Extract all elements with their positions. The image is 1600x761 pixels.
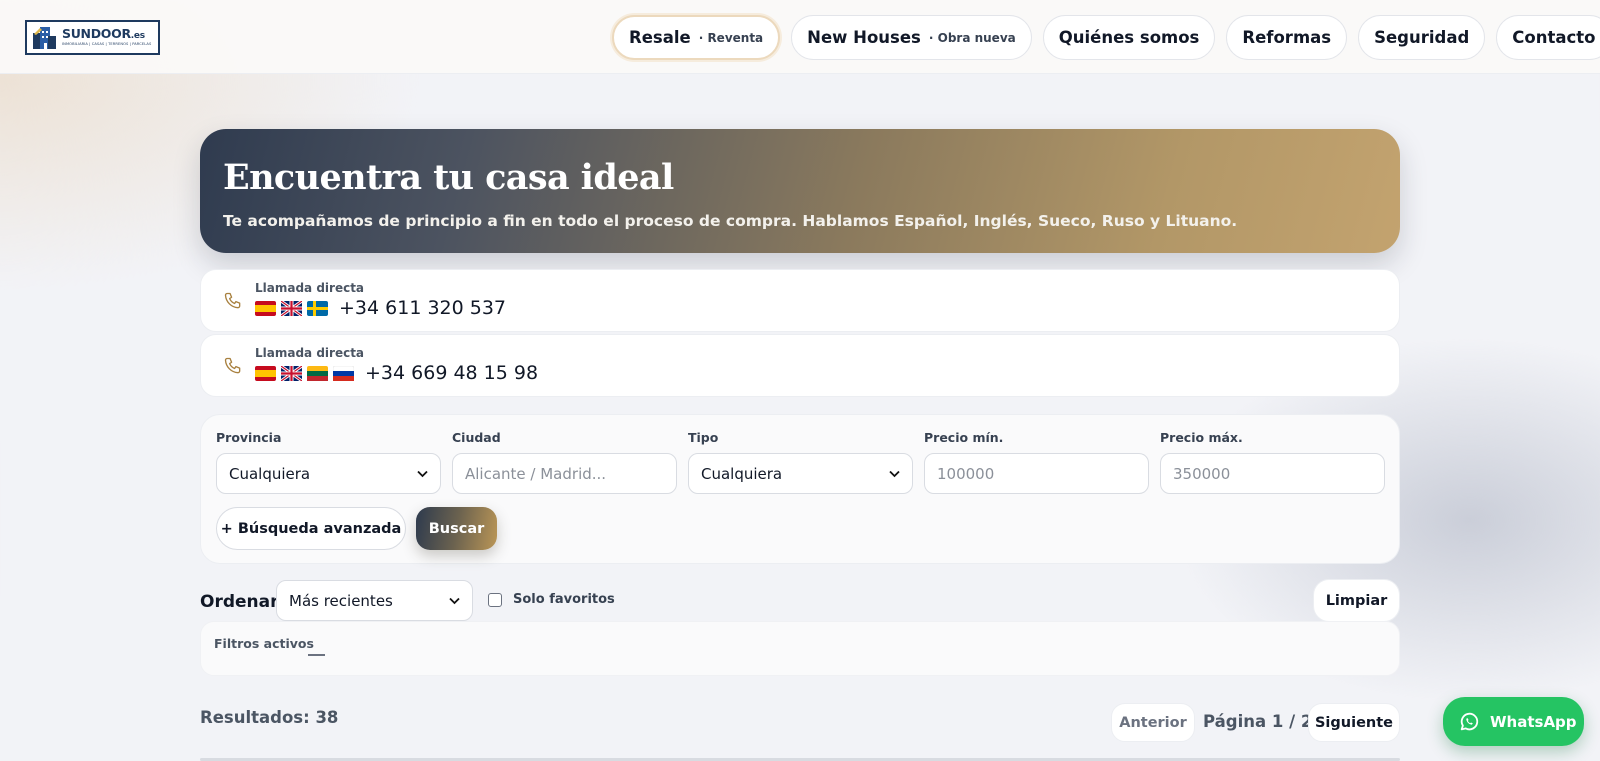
active-filters-panel: Filtros activos bbox=[200, 621, 1400, 676]
call-label: Llamada directa bbox=[255, 346, 365, 360]
precio-min-field: Precio mín. 100000 bbox=[924, 430, 1149, 494]
nav-contacto[interactable]: Contacto bbox=[1496, 15, 1600, 60]
advanced-search-button[interactable]: + Búsqueda avanzada bbox=[216, 507, 406, 550]
flag-uk-icon bbox=[281, 365, 302, 381]
precio-min-input[interactable]: 100000 bbox=[924, 453, 1149, 494]
hero-subtitle: Te acompañamos de principio a fin en tod… bbox=[223, 212, 1238, 230]
ciudad-input[interactable]: Alicante / Madrid... bbox=[452, 453, 677, 494]
nav-new-houses[interactable]: New Houses · Obra nueva bbox=[791, 15, 1032, 60]
brand-tagline: INMOBILIARIA | CASAS | TERRENOS | PARCEL… bbox=[62, 42, 152, 47]
tipo-select[interactable]: Cualquiera bbox=[688, 453, 913, 494]
favorites-only-toggle[interactable]: Solo favoritos bbox=[488, 592, 615, 607]
hero-title: Encuentra tu casa ideal bbox=[223, 157, 674, 198]
search-filters-panel: Provincia Cualquiera Ciudad Alicante / M… bbox=[200, 414, 1400, 564]
direct-call-card[interactable]: Llamada directa +34 611 320 537 bbox=[200, 269, 1400, 332]
main-nav: Resale · Reventa New Houses · Obra nueva… bbox=[612, 15, 1600, 60]
call-label: Llamada directa bbox=[255, 281, 365, 295]
flag-es-icon bbox=[255, 365, 276, 381]
page-indicator: Página 1 / 2 bbox=[1203, 712, 1313, 731]
sort-value: Más recientes bbox=[289, 591, 393, 610]
favorites-checkbox[interactable] bbox=[488, 592, 502, 607]
whatsapp-button[interactable]: WhatsApp bbox=[1443, 697, 1584, 746]
chevron-down-icon bbox=[417, 470, 428, 477]
tipo-label: Tipo bbox=[688, 430, 719, 445]
nav-resale[interactable]: Resale · Reventa bbox=[612, 15, 781, 60]
active-filters-label: Filtros activos bbox=[214, 636, 314, 651]
phone-icon bbox=[224, 292, 241, 308]
hero-banner: Encuentra tu casa ideal Te acompañamos d… bbox=[200, 129, 1400, 253]
nav-resale-label: Resale bbox=[629, 28, 691, 47]
nav-resale-sub: · Reventa bbox=[698, 30, 764, 45]
provincia-value: Cualquiera bbox=[229, 464, 311, 483]
house-logo-icon bbox=[33, 27, 56, 49]
nav-seguridad[interactable]: Seguridad bbox=[1358, 15, 1486, 60]
flag-es-icon bbox=[255, 300, 276, 316]
clear-filters-button[interactable]: Limpiar bbox=[1313, 579, 1400, 622]
precio-max-label: Precio máx. bbox=[1160, 430, 1243, 445]
brand-logo[interactable]: SUNDOOR.es INMOBILIARIA | CASAS | TERREN… bbox=[25, 20, 160, 55]
flag-uk-icon bbox=[281, 300, 302, 316]
sort-select[interactable]: Más recientes bbox=[276, 580, 473, 621]
ciudad-field: Ciudad Alicante / Madrid... bbox=[452, 430, 677, 494]
nav-quienes-somos[interactable]: Quiénes somos bbox=[1042, 15, 1216, 60]
brand-name: SUNDOOR.es bbox=[62, 26, 145, 42]
tipo-field: Tipo Cualquiera bbox=[688, 430, 913, 494]
results-count: Resultados: 38 bbox=[200, 708, 339, 727]
chevron-down-icon bbox=[889, 470, 900, 477]
precio-min-label: Precio mín. bbox=[924, 430, 1004, 445]
flag-se-icon bbox=[307, 300, 328, 316]
phone-icon bbox=[224, 357, 241, 373]
previous-page-button[interactable]: Anterior bbox=[1111, 703, 1195, 742]
provincia-select[interactable]: Cualquiera bbox=[216, 453, 441, 494]
next-page-button[interactable]: Siguiente bbox=[1308, 703, 1400, 742]
provincia-field: Provincia Cualquiera bbox=[216, 430, 441, 494]
whatsapp-label: WhatsApp bbox=[1490, 712, 1577, 731]
sort-label: Ordenar bbox=[200, 592, 279, 612]
nav-new-houses-sub: · Obra nueva bbox=[928, 30, 1016, 45]
nav-reformas[interactable]: Reformas bbox=[1226, 15, 1348, 60]
top-navigation-bar: SUNDOOR.es INMOBILIARIA | CASAS | TERREN… bbox=[0, 0, 1600, 74]
tipo-value: Cualquiera bbox=[701, 464, 783, 483]
chevron-down-icon bbox=[449, 597, 460, 604]
search-button[interactable]: Buscar bbox=[416, 507, 497, 550]
nav-new-houses-label: New Houses bbox=[807, 28, 921, 47]
precio-max-field: Precio máx. 350000 bbox=[1160, 430, 1385, 494]
provincia-label: Provincia bbox=[216, 430, 282, 445]
direct-call-card[interactable]: Llamada directa +34 669 48 15 98 bbox=[200, 334, 1400, 397]
flag-ru-icon bbox=[333, 365, 354, 381]
phone-number[interactable]: +34 611 320 537 bbox=[339, 297, 506, 319]
favorites-label: Solo favoritos bbox=[513, 592, 615, 607]
whatsapp-icon bbox=[1460, 712, 1479, 730]
precio-max-input[interactable]: 350000 bbox=[1160, 453, 1385, 494]
flag-lt-icon bbox=[307, 365, 328, 381]
ciudad-label: Ciudad bbox=[452, 430, 501, 445]
phone-number[interactable]: +34 669 48 15 98 bbox=[365, 362, 538, 384]
active-filters-empty-indicator bbox=[308, 654, 325, 656]
